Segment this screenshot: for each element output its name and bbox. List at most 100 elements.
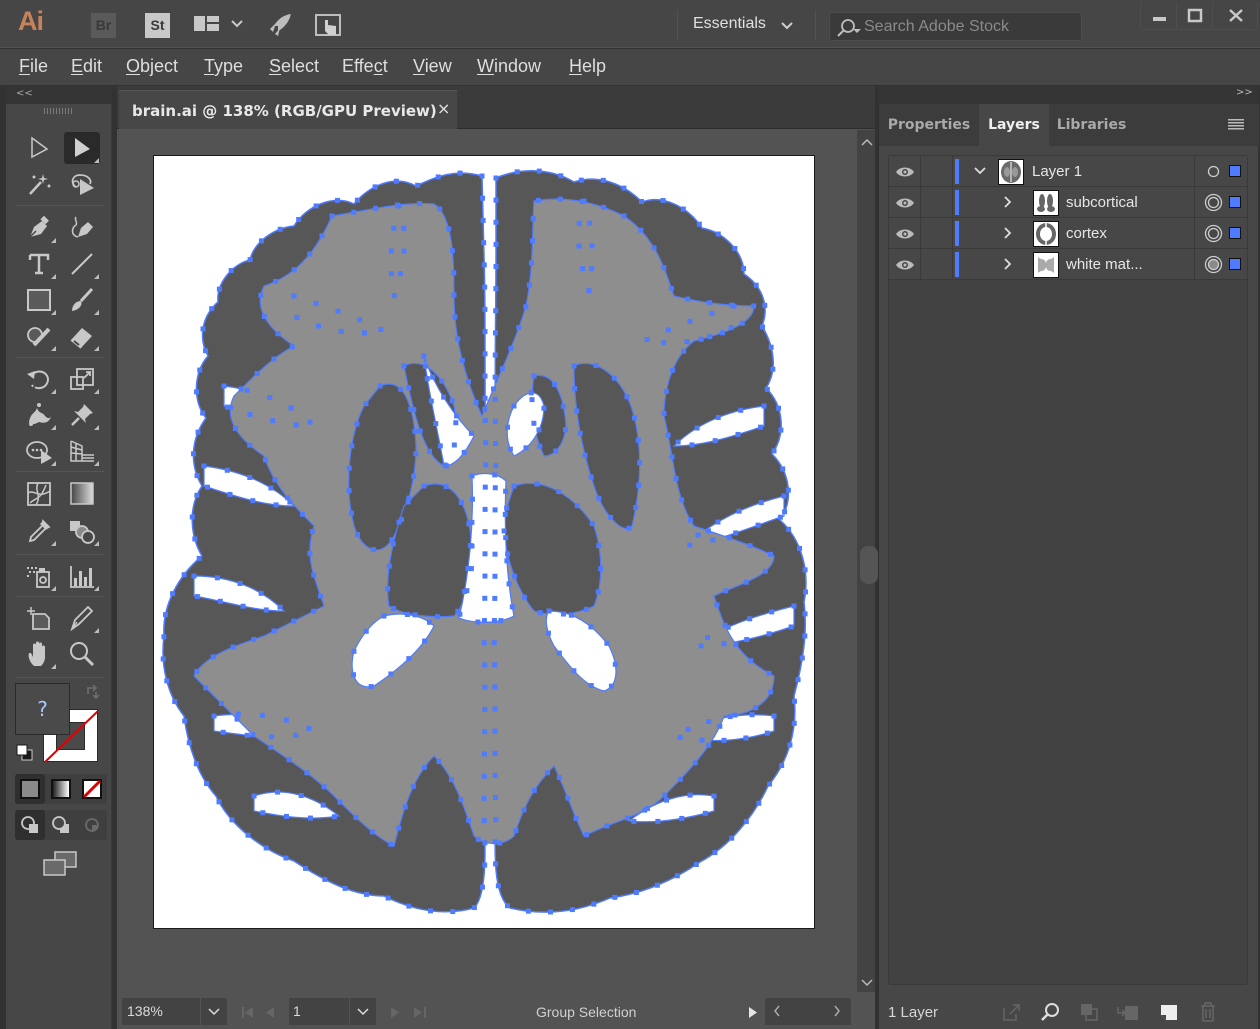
anchor-point[interactable] [531, 373, 537, 379]
anchor-point[interactable] [412, 428, 418, 434]
anchor-point[interactable] [696, 221, 702, 227]
anchor-point[interactable] [181, 572, 187, 578]
anchor-point[interactable] [767, 551, 773, 557]
anchor-point[interactable] [569, 907, 575, 913]
anchor-point[interactable] [377, 383, 383, 389]
anchor-point[interactable] [771, 713, 777, 719]
anchor-point[interactable] [735, 431, 741, 437]
anchor-point[interactable] [583, 606, 589, 612]
draw-inside-button[interactable] [77, 810, 107, 840]
minimize-button[interactable] [1141, 2, 1177, 30]
anchor-point[interactable] [481, 773, 487, 779]
anchor-point[interactable] [195, 429, 201, 435]
anchor-point[interactable] [291, 293, 297, 299]
anchor-point[interactable] [712, 438, 718, 444]
anchor-point[interactable] [707, 334, 713, 340]
anchor-point[interactable] [240, 603, 246, 609]
anchor-point[interactable] [221, 383, 227, 389]
anchor-point[interactable] [529, 397, 535, 403]
anchor-point[interactable] [589, 266, 595, 272]
anchor-point[interactable] [465, 566, 471, 572]
anchor-point[interactable] [209, 306, 215, 312]
anchor-point[interactable] [430, 374, 436, 380]
anchor-point[interactable] [294, 314, 300, 320]
visibility-toggle[interactable] [889, 187, 921, 218]
anchor-point[interactable] [523, 304, 529, 310]
anchor-point[interactable] [493, 286, 499, 292]
selection-indicator[interactable] [1229, 258, 1241, 270]
anchor-point[interactable] [528, 260, 534, 266]
anchor-point[interactable] [758, 500, 764, 506]
artboard-tool[interactable] [21, 602, 57, 634]
anchor-point[interactable] [493, 264, 499, 270]
anchor-point[interactable] [482, 551, 488, 557]
anchor-point[interactable] [589, 520, 595, 526]
anchor-point[interactable] [435, 174, 441, 180]
anchor-point[interactable] [626, 525, 632, 531]
anchor-point[interactable] [436, 758, 442, 764]
tools-panel-collapse[interactable]: << [6, 86, 112, 104]
anchor-point[interactable] [405, 499, 411, 505]
anchor-point[interactable] [378, 326, 384, 332]
anchor-point[interactable] [621, 185, 627, 191]
anchor-point[interactable] [412, 612, 418, 618]
lock-toggle[interactable] [921, 187, 953, 218]
layer-name[interactable]: subcortical [1066, 194, 1138, 211]
fill-swatch[interactable]: ? [15, 683, 70, 735]
anchor-point[interactable] [695, 532, 701, 538]
anchor-point[interactable] [391, 225, 397, 231]
anchor-point[interactable] [493, 241, 499, 247]
anchor-point[interactable] [389, 537, 395, 543]
anchor-point[interactable] [722, 622, 728, 628]
anchor-point[interactable] [396, 519, 402, 525]
anchor-point[interactable] [397, 271, 403, 277]
scroll-down-icon[interactable] [861, 979, 873, 987]
anchor-point[interactable] [571, 363, 577, 369]
anchor-point[interactable] [247, 474, 253, 480]
anchor-point[interactable] [415, 182, 421, 188]
anchor-point[interactable] [638, 227, 644, 233]
anchor-point[interactable] [204, 781, 210, 787]
perspective-grid-tool[interactable] [64, 435, 100, 467]
export-icon[interactable] [1001, 1001, 1023, 1023]
anchor-point[interactable] [293, 732, 299, 738]
anchor-point[interactable] [492, 595, 498, 601]
anchor-point[interactable] [536, 168, 542, 174]
anchor-point[interactable] [273, 278, 279, 284]
anchor-point[interactable] [421, 483, 427, 489]
anchor-point[interactable] [717, 723, 723, 729]
anchor-point[interactable] [781, 493, 787, 499]
anchor-point[interactable] [802, 611, 808, 617]
scale-tool[interactable] [64, 363, 100, 395]
anchor-point[interactable] [493, 861, 499, 867]
canvas[interactable] [117, 130, 857, 992]
anchor-point[interactable] [482, 706, 488, 712]
anchor-point[interactable] [541, 405, 547, 411]
anchor-point[interactable] [411, 407, 417, 413]
visibility-toggle[interactable] [889, 156, 921, 187]
anchor-point[interactable] [388, 671, 394, 677]
anchor-point[interactable] [291, 618, 297, 624]
menu-window[interactable]: Window [477, 56, 541, 77]
menu-edit[interactable]: Edit [71, 56, 102, 77]
anchor-point[interactable] [490, 386, 496, 392]
chevron-right-icon[interactable] [1003, 226, 1013, 240]
anchor-point[interactable] [247, 257, 253, 263]
anchor-point[interactable] [458, 797, 464, 803]
anchor-point[interactable] [593, 363, 599, 369]
anchor-point[interactable] [537, 610, 543, 616]
anchor-point[interactable] [764, 730, 770, 736]
slice-tool[interactable] [64, 602, 100, 634]
menu-file[interactable]: File [19, 56, 48, 77]
anchor-point[interactable] [530, 216, 536, 222]
trash-icon[interactable] [1197, 1001, 1219, 1023]
anchor-point[interactable] [467, 543, 473, 549]
anchor-point[interactable] [522, 594, 528, 600]
anchor-point[interactable] [556, 489, 562, 495]
scroll-up-icon[interactable] [861, 138, 873, 146]
scroll-right-icon[interactable] [833, 1005, 841, 1017]
anchor-point[interactable] [743, 735, 749, 741]
anchor-point[interactable] [481, 240, 487, 246]
anchor-point[interactable] [232, 425, 238, 431]
anchor-point[interactable] [227, 491, 233, 497]
